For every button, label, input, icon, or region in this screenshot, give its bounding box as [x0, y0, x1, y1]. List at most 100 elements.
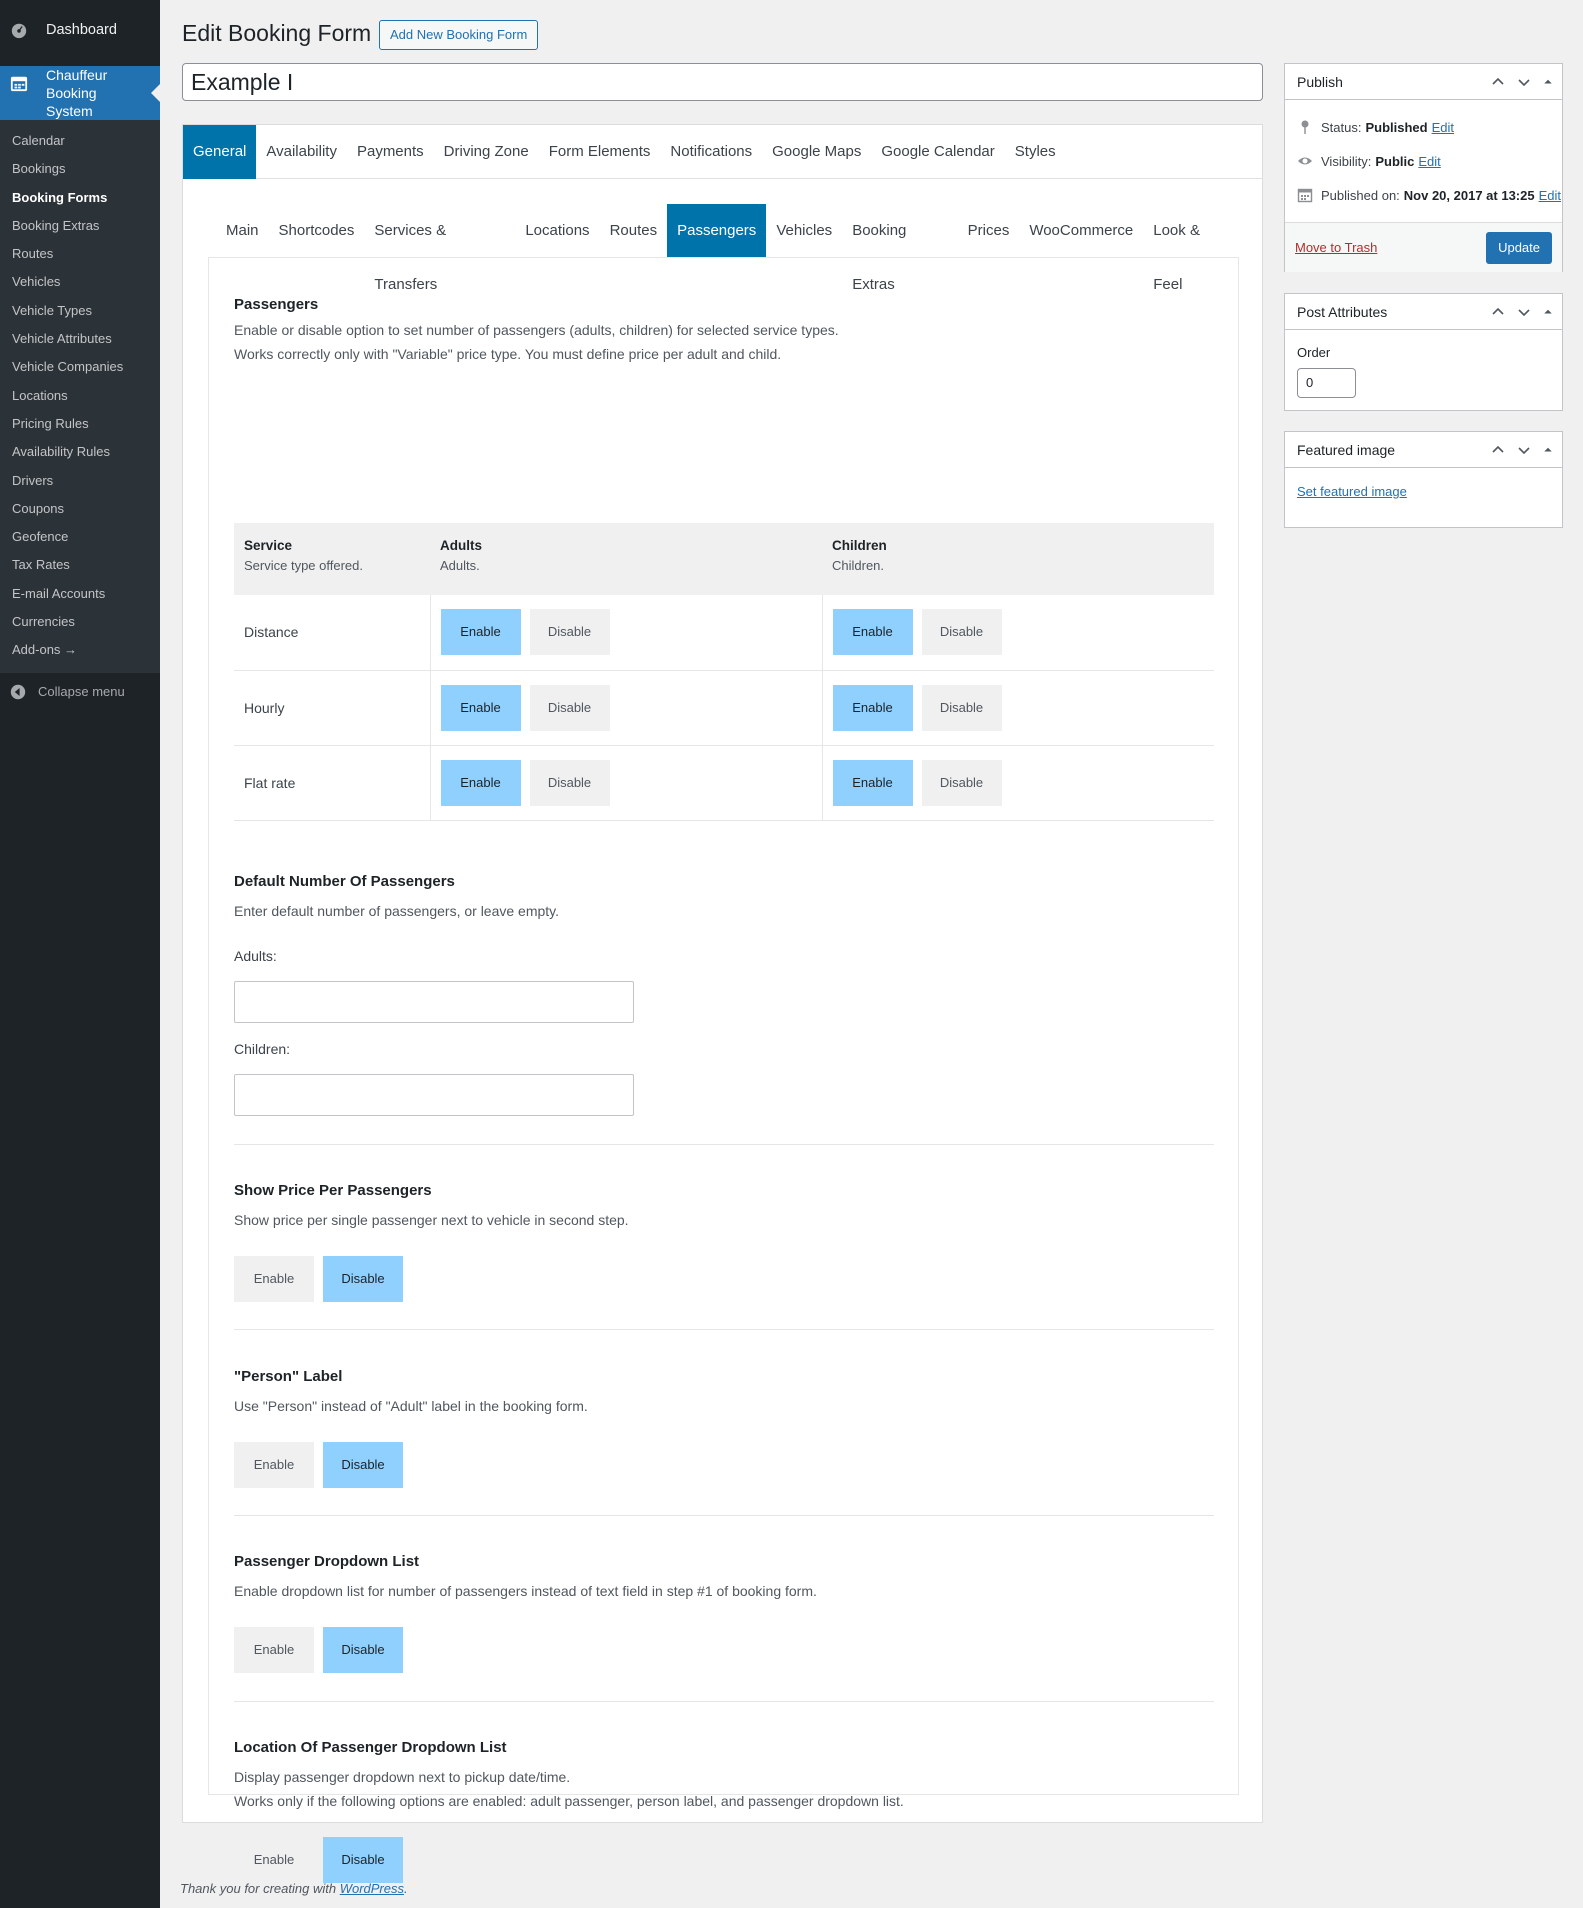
hourly-adults-enable-button[interactable]: Enable: [440, 684, 521, 731]
subtab-prices[interactable]: Prices: [958, 204, 1020, 258]
sidebar-item-coupons[interactable]: Coupons: [0, 495, 160, 523]
show-price-disable-button[interactable]: Disable: [323, 1256, 403, 1302]
children-label: Children:: [234, 1041, 291, 1057]
children-input[interactable]: [234, 1074, 634, 1116]
adults-input[interactable]: [234, 981, 634, 1023]
footer-text: Thank you for creating with: [180, 1881, 340, 1896]
person-label-disable-button[interactable]: Disable: [323, 1442, 403, 1488]
chevron-up-icon[interactable]: [1490, 304, 1506, 320]
tab-styles[interactable]: Styles: [1005, 125, 1066, 179]
tab-google-maps[interactable]: Google Maps: [762, 125, 871, 179]
published-on-edit-link[interactable]: Edit: [1539, 188, 1561, 203]
chevron-down-icon[interactable]: [1516, 304, 1532, 320]
service-name: Flat rate: [234, 745, 430, 821]
subtab-main[interactable]: Main: [216, 204, 269, 258]
sidebar-item-calendar[interactable]: Calendar: [0, 127, 160, 155]
sidebar-item-vehicle-types[interactable]: Vehicle Types: [0, 297, 160, 325]
sidebar-item-geofence[interactable]: Geofence: [0, 523, 160, 551]
subtab-woocommerce[interactable]: WooCommerce: [1019, 204, 1143, 258]
sidebar-item-bookings[interactable]: Bookings: [0, 155, 160, 183]
tab-notifications[interactable]: Notifications: [660, 125, 762, 179]
tab-google-calendar[interactable]: Google Calendar: [871, 125, 1004, 179]
subtab-shortcodes[interactable]: Shortcodes: [269, 204, 365, 258]
sidebar-item-availability-rules[interactable]: Availability Rules: [0, 438, 160, 466]
set-featured-image-link[interactable]: Set featured image: [1297, 484, 1407, 499]
tab-driving-zone[interactable]: Driving Zone: [434, 125, 539, 179]
collapse-menu-button[interactable]: Collapse menu: [0, 673, 160, 711]
children-toggle: Enable Disable: [832, 684, 1205, 731]
dropdown-disable-button[interactable]: Disable: [323, 1627, 403, 1673]
visibility-row: Visibility: Public Edit: [1285, 144, 1562, 178]
sidebar-item-pricing-rules[interactable]: Pricing Rules: [0, 410, 160, 438]
collapse-menu-label: Collapse menu: [38, 684, 125, 700]
person-label-enable-button[interactable]: Enable: [234, 1442, 314, 1488]
distance-adults-enable-button[interactable]: Enable: [440, 609, 521, 656]
sidebar-item-routes[interactable]: Routes: [0, 240, 160, 268]
move-to-trash-link[interactable]: Move to Trash: [1295, 240, 1377, 255]
dropdown-location-enable-button[interactable]: Enable: [234, 1837, 314, 1883]
subtab-routes[interactable]: Routes: [600, 204, 668, 258]
tab-general[interactable]: General: [183, 125, 257, 179]
update-button[interactable]: Update: [1486, 232, 1552, 264]
person-label-title: "Person" Label: [234, 1368, 343, 1385]
toggle-triangle-icon[interactable]: [1542, 304, 1554, 320]
toggle-triangle-icon[interactable]: [1542, 74, 1554, 90]
subtab-look-feel[interactable]: Look & Feel: [1143, 204, 1239, 293]
add-new-booking-form-button[interactable]: Add New Booking Form: [379, 20, 539, 50]
subtab-vehicles[interactable]: Vehicles: [766, 204, 842, 258]
chevron-down-icon[interactable]: [1516, 74, 1532, 90]
dropdown-location-disable-button[interactable]: Disable: [323, 1837, 403, 1883]
menu-chauffeur-booking-system[interactable]: Chauffeur Booking System: [0, 66, 160, 120]
post-title-input[interactable]: Example I: [182, 63, 1263, 101]
subtab-passengers[interactable]: Passengers: [667, 204, 767, 258]
status-edit-link[interactable]: Edit: [1432, 120, 1454, 135]
sidebar-item-e-mail-accounts[interactable]: E-mail Accounts: [0, 580, 160, 608]
sidebar-item-booking-forms[interactable]: Booking Forms: [0, 184, 160, 212]
chevron-down-icon[interactable]: [1516, 442, 1532, 458]
sidebar-item-vehicle-companies[interactable]: Vehicle Companies: [0, 353, 160, 381]
menu-dashboard[interactable]: Dashboard: [0, 0, 160, 60]
subtab-services-transfers[interactable]: Services & Transfers: [364, 204, 515, 293]
sidebar-item-currencies[interactable]: Currencies: [0, 608, 160, 636]
col-children: Children Children.: [822, 523, 1214, 595]
distance-children-disable-button[interactable]: Disable: [921, 609, 1002, 656]
publish-title: Publish: [1297, 73, 1343, 90]
sidebar-item-add-ons[interactable]: Add-ons →: [0, 636, 160, 664]
adults-label: Adults:: [234, 948, 277, 964]
chevron-up-icon[interactable]: [1490, 74, 1506, 90]
passengers-desc-2: Works correctly only with "Variable" pri…: [234, 346, 782, 362]
tab-availability[interactable]: Availability: [256, 125, 347, 179]
sidebar-item-locations[interactable]: Locations: [0, 382, 160, 410]
sidebar-item-tax-rates[interactable]: Tax Rates: [0, 551, 160, 579]
tab-form-elements[interactable]: Form Elements: [539, 125, 661, 179]
menu-dashboard-label: Dashboard: [46, 22, 117, 38]
hourly-children-disable-button[interactable]: Disable: [921, 684, 1002, 731]
sidebar-item-vehicle-attributes[interactable]: Vehicle Attributes: [0, 325, 160, 353]
dropdown-toggle: Enable Disable: [234, 1627, 1214, 1673]
chevron-up-icon[interactable]: [1490, 442, 1506, 458]
show-price-enable-button[interactable]: Enable: [234, 1256, 314, 1302]
sidebar-item-booking-extras[interactable]: Booking Extras: [0, 212, 160, 240]
toggle-triangle-icon[interactable]: [1542, 442, 1554, 458]
hourly-adults-disable-button[interactable]: Disable: [529, 684, 610, 731]
subtab-booking-extras[interactable]: Booking Extras: [842, 204, 957, 293]
distance-children-enable-button[interactable]: Enable: [832, 609, 913, 656]
publish-actions: Move to Trash Update: [1285, 222, 1562, 272]
flat-rate-adults-enable-button[interactable]: Enable: [440, 759, 521, 806]
distance-adults-disable-button[interactable]: Disable: [529, 609, 610, 656]
children-cell: Enable Disable: [821, 670, 1214, 746]
hourly-children-enable-button[interactable]: Enable: [832, 684, 913, 731]
submenu: Calendar Bookings Booking Forms Booking Ext…: [0, 120, 160, 673]
flat-rate-adults-disable-button[interactable]: Disable: [529, 759, 610, 806]
flat-rate-children-disable-button[interactable]: Disable: [921, 759, 1002, 806]
subtab-locations[interactable]: Locations: [515, 204, 599, 258]
sidebar-item-vehicles[interactable]: Vehicles: [0, 268, 160, 296]
visibility-edit-link[interactable]: Edit: [1418, 154, 1440, 169]
flat-rate-children-enable-button[interactable]: Enable: [832, 759, 913, 806]
wordpress-link[interactable]: WordPress: [340, 1881, 404, 1896]
dropdown-enable-button[interactable]: Enable: [234, 1627, 314, 1673]
published-on-label: Published on:: [1321, 187, 1400, 203]
order-input[interactable]: 0: [1297, 368, 1356, 398]
sidebar-item-drivers[interactable]: Drivers: [0, 467, 160, 495]
tab-payments[interactable]: Payments: [347, 125, 434, 179]
